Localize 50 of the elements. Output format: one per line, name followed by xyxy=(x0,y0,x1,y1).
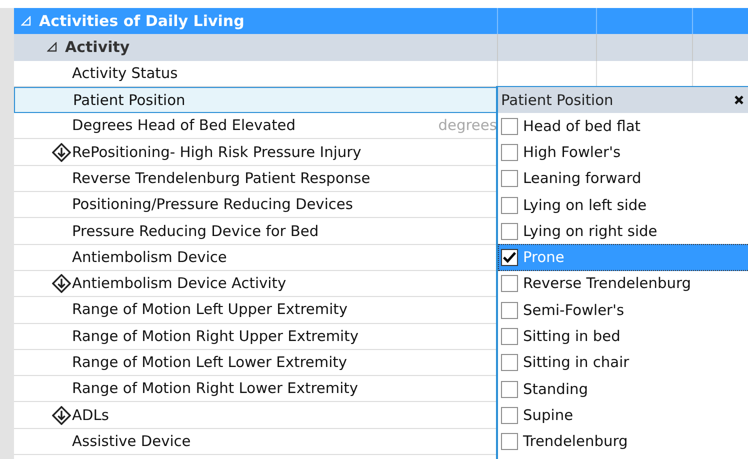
checkbox[interactable] xyxy=(501,328,518,346)
group-title: Activity xyxy=(65,38,130,56)
checkbox[interactable] xyxy=(501,302,518,319)
checkbox[interactable] xyxy=(501,406,518,424)
option-item[interactable]: High Fowler's xyxy=(498,139,748,166)
row-label: Range of Motion Left Lower Extremity xyxy=(72,354,348,371)
row-label: Range of Motion Left Upper Extremity xyxy=(72,301,348,318)
row-label: Antiembolism Device xyxy=(72,248,227,266)
row-label: RePositioning- High Risk Pressure Injury xyxy=(72,144,362,161)
option-item[interactable]: Sitting in bed xyxy=(498,323,748,350)
close-icon[interactable] xyxy=(734,95,744,105)
expanded-triangle-icon[interactable] xyxy=(47,42,57,52)
diamond-down-arrow-icon xyxy=(52,274,71,294)
row-label: ADLs xyxy=(72,406,109,424)
checkbox[interactable] xyxy=(501,354,518,372)
diamond-down-arrow-icon xyxy=(52,142,71,162)
option-item[interactable]: Standing xyxy=(498,376,748,402)
group-header-row[interactable]: Activity xyxy=(14,34,748,61)
dropdown-title: Patient Position xyxy=(501,92,614,108)
option-item[interactable]: Lying on left side xyxy=(498,192,748,218)
option-item[interactable]: Reverse Trendelenburg xyxy=(498,270,748,298)
row-label: Range of Motion Right Upper Extremity xyxy=(72,328,358,345)
option-item[interactable]: Lying on right side xyxy=(498,218,748,244)
checkbox[interactable] xyxy=(501,144,518,161)
option-item[interactable]: Supine xyxy=(498,402,748,429)
row-label: Assistive Device xyxy=(72,432,191,450)
row-label: Positioning/Pressure Reducing Devices xyxy=(72,196,353,214)
checkbox[interactable] xyxy=(501,433,518,450)
option-item[interactable]: Sitting in chair xyxy=(498,350,748,376)
row-label: Antiembolism Device Activity xyxy=(72,275,286,292)
row-label: Patient Position xyxy=(73,92,186,109)
checkbox[interactable] xyxy=(501,170,518,188)
option-item[interactable]: Leaning forward xyxy=(498,166,748,192)
checkbox[interactable] xyxy=(501,196,518,214)
row-label: Reverse Trendelenburg Patient Response xyxy=(72,170,370,187)
section-title: Activities of Daily Living xyxy=(39,12,244,30)
option-item[interactable]: Trendelenburg xyxy=(498,428,748,455)
checkbox[interactable] xyxy=(501,380,518,398)
diamond-down-arrow-icon xyxy=(52,406,71,425)
checkbox[interactable] xyxy=(501,275,518,292)
checkbox[interactable] xyxy=(501,118,518,135)
checkbox[interactable] xyxy=(501,249,518,266)
checkbox[interactable] xyxy=(501,222,518,240)
row-label: Activity Status xyxy=(72,64,178,82)
row-label: Pressure Reducing Device for Bed xyxy=(72,222,319,240)
row-label: Degrees Head of Bed Elevated xyxy=(72,117,296,134)
option-item[interactable]: Semi-Fowler's xyxy=(498,297,748,324)
unit-label: degrees xyxy=(438,117,497,134)
option-item[interactable]: Head of bed flat xyxy=(498,113,748,140)
row-label: Range of Motion Right Lower Extremity xyxy=(72,380,358,398)
